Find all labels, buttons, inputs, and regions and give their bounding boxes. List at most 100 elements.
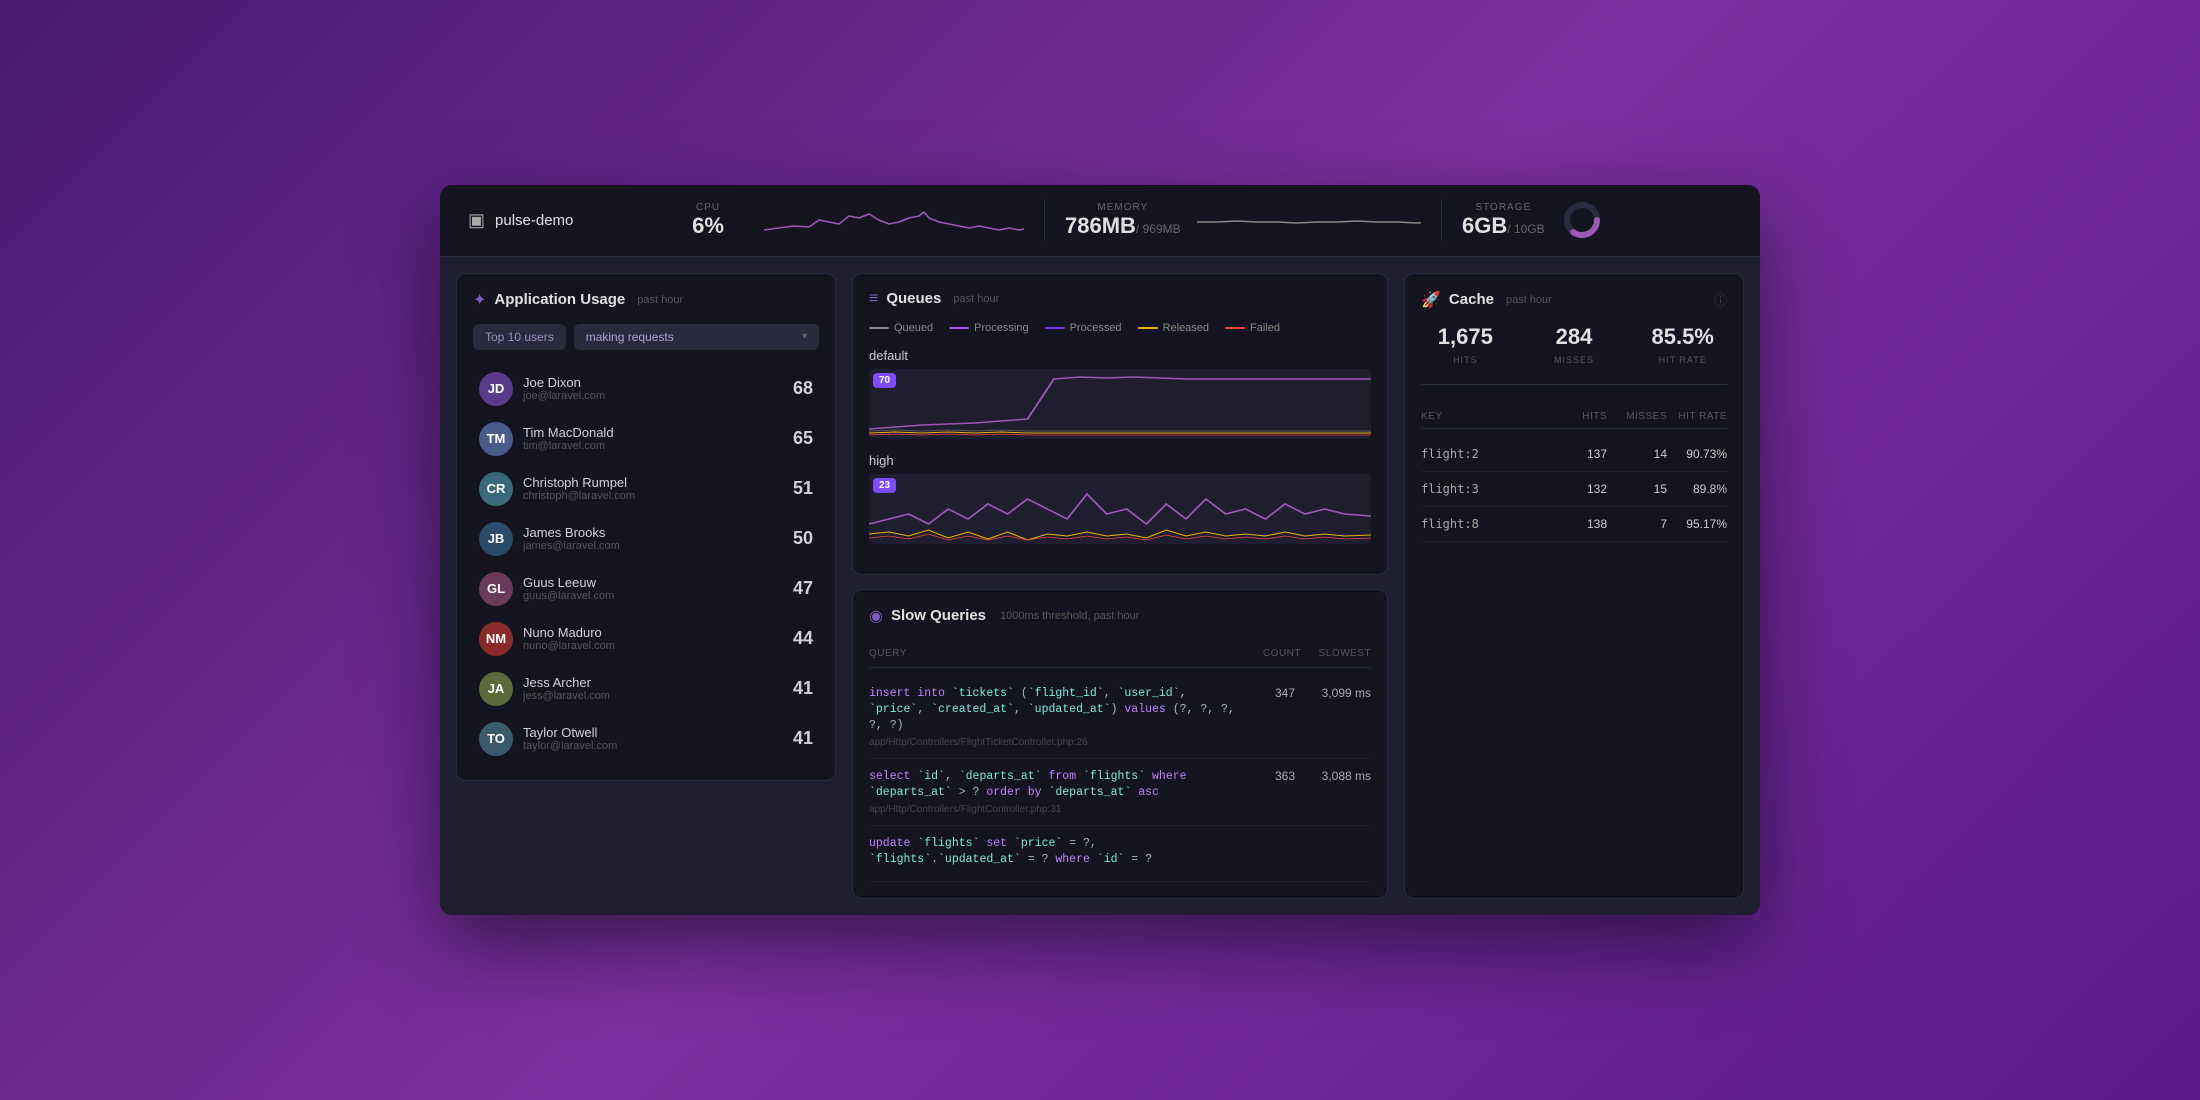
header: ▣ pulse-demo CPU 6% MEMORY	[440, 185, 1760, 257]
avatar: JB	[479, 522, 513, 556]
memory-chart	[1197, 202, 1421, 238]
cache-stat-label: HITS	[1453, 355, 1478, 365]
user-email: james@laravel.com	[523, 540, 783, 552]
cache-stat: 284 MISSES	[1530, 324, 1619, 368]
slow-queries-card: ◉ Slow Queries 1000ms threshold, past ho…	[852, 589, 1388, 900]
user-row: NM Nuno Maduro nuno@laravel.com 44	[473, 614, 819, 664]
user-email: nuno@laravel.com	[523, 640, 783, 652]
storage-label: STORAGE	[1462, 202, 1545, 213]
main-content: ✦ Application Usage past hour Top 10 use…	[440, 257, 1760, 916]
user-name: Guus Leeuw	[523, 575, 783, 590]
slow-queries-icon: ◉	[869, 606, 883, 626]
sq-row: update `flights` set `price` = ?, `fligh…	[869, 826, 1371, 882]
user-row: GL Guus Leeuw guus@laravel.com 47	[473, 564, 819, 614]
cpu-value: 6%	[692, 213, 724, 238]
user-row: JB James Brooks james@laravel.com 50	[473, 514, 819, 564]
cpu-metric: CPU 6%	[648, 199, 1045, 241]
queue-label: high	[869, 453, 1371, 468]
sq-row: insert into `tickets` (`flight_id`, `use…	[869, 676, 1371, 759]
sq-col-count: COUNT	[1241, 648, 1301, 659]
cache-key: flight:3	[1421, 482, 1557, 496]
user-name: Jess Archer	[523, 675, 783, 690]
cache-table-header: KEY HITS MISSES HIT RATE	[1421, 405, 1727, 429]
user-count: 41	[793, 728, 813, 749]
user-email: christoph@laravel.com	[523, 490, 783, 502]
user-name: Tim MacDonald	[523, 425, 783, 440]
cache-misses: 7	[1607, 517, 1667, 531]
memory-label: MEMORY	[1065, 202, 1181, 213]
sq-slowest: 3,099 ms	[1311, 686, 1371, 700]
cache-rate: 90.73%	[1667, 447, 1727, 461]
queues-card: ≡ Queues past hour QueuedProcessingProce…	[852, 273, 1388, 575]
cache-misses: 15	[1607, 482, 1667, 496]
avatar: TO	[479, 722, 513, 756]
user-info: Tim MacDonald tim@laravel.com	[523, 425, 783, 452]
cache-subtitle: past hour	[1506, 294, 1552, 306]
legend-item: Released	[1138, 322, 1209, 334]
avatar: JD	[479, 372, 513, 406]
user-email: guus@laravel.com	[523, 590, 783, 602]
user-info: Jess Archer jess@laravel.com	[523, 675, 783, 702]
legend-item: Failed	[1225, 322, 1280, 334]
sq-count: 363	[1255, 769, 1295, 783]
user-list: JD Joe Dixon joe@laravel.com 68 TM Tim M…	[473, 364, 819, 764]
app-window: ▣ pulse-demo CPU 6% MEMORY	[440, 185, 1760, 916]
user-count: 68	[793, 378, 813, 399]
user-email: jess@laravel.com	[523, 690, 783, 702]
cache-row: flight:8 138 7 95.17%	[1421, 507, 1727, 542]
avatar: CR	[479, 472, 513, 506]
filter-select[interactable]: making requests ▾	[574, 324, 819, 350]
usage-title: Application Usage	[494, 291, 625, 308]
queue-badge: 23	[873, 478, 896, 493]
cpu-label: CPU	[668, 202, 748, 213]
filter-row: Top 10 users making requests ▾	[473, 324, 819, 350]
user-info: Guus Leeuw guus@laravel.com	[523, 575, 783, 602]
user-row: CR Christoph Rumpel christoph@laravel.co…	[473, 464, 819, 514]
cache-hits: 138	[1557, 517, 1607, 531]
cache-rate: 89.8%	[1667, 482, 1727, 496]
user-info: Taylor Otwell taylor@laravel.com	[523, 725, 783, 752]
sq-count: 347	[1255, 686, 1295, 700]
sq-row: select `id`, `departs_at` from `flights`…	[869, 759, 1371, 826]
info-icon[interactable]: ⓘ	[1714, 290, 1727, 309]
user-row: JA Jess Archer jess@laravel.com 41	[473, 664, 819, 714]
sq-query: insert into `tickets` (`flight_id`, `use…	[869, 686, 1243, 734]
usage-icon: ✦	[473, 290, 486, 310]
cache-stat: 1,675 HITS	[1421, 324, 1510, 368]
cache-key: flight:8	[1421, 517, 1557, 531]
cache-stats: 1,675 HITS 284 MISSES 85.5% HIT RATE	[1421, 324, 1727, 385]
user-name: James Brooks	[523, 525, 783, 540]
legend-item: Processed	[1045, 322, 1122, 334]
user-name: Nuno Maduro	[523, 625, 783, 640]
sq-rows: insert into `tickets` (`flight_id`, `use…	[869, 676, 1371, 883]
slow-queries-title: Slow Queries	[891, 607, 986, 624]
queue-chart: 70	[869, 369, 1371, 439]
queues-subtitle: past hour	[953, 293, 999, 305]
memory-metric: MEMORY 786MB/ 969MB	[1045, 199, 1442, 241]
queue-section: default 70	[869, 348, 1371, 439]
cache-stat: 85.5% HIT RATE	[1638, 324, 1727, 368]
cache-stat-value: 284	[1530, 324, 1619, 350]
user-name: Taylor Otwell	[523, 725, 783, 740]
user-email: joe@laravel.com	[523, 390, 783, 402]
cpu-chart	[764, 202, 1024, 238]
cache-stat-value: 85.5%	[1638, 324, 1727, 350]
storage-value: 6GB/ 10GB	[1462, 213, 1545, 238]
user-name: Joe Dixon	[523, 375, 783, 390]
user-count: 65	[793, 428, 813, 449]
user-count: 50	[793, 528, 813, 549]
header-metrics: CPU 6% MEMORY 786MB/ 969MB	[648, 199, 1732, 241]
storage-metric: STORAGE 6GB/ 10GB	[1442, 199, 1732, 241]
user-info: Christoph Rumpel christoph@laravel.com	[523, 475, 783, 502]
cache-key: flight:2	[1421, 447, 1557, 461]
legend-item: Queued	[869, 322, 933, 334]
left-panel: ✦ Application Usage past hour Top 10 use…	[456, 273, 836, 900]
cache-stat-value: 1,675	[1421, 324, 1510, 350]
queue-label: default	[869, 348, 1371, 363]
avatar: NM	[479, 622, 513, 656]
user-row: TO Taylor Otwell taylor@laravel.com 41	[473, 714, 819, 764]
user-info: Joe Dixon joe@laravel.com	[523, 375, 783, 402]
avatar: JA	[479, 672, 513, 706]
user-row: JD Joe Dixon joe@laravel.com 68	[473, 364, 819, 414]
server-icon: ▣	[468, 210, 485, 231]
